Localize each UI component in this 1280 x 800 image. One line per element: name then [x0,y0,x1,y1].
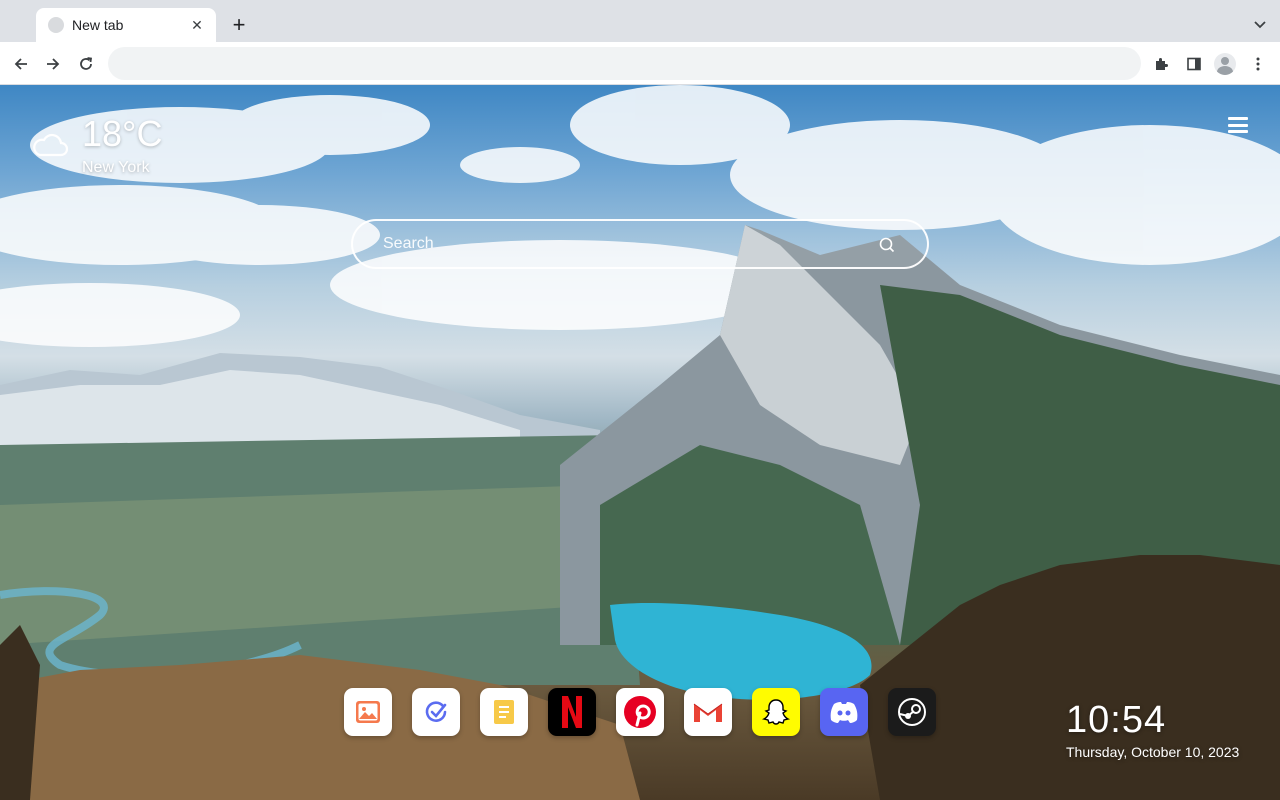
notes-app-shortcut[interactable] [480,688,528,736]
menu-bar [1228,117,1248,120]
reload-icon [80,57,93,70]
new-tab-button[interactable]: + [226,12,252,38]
avatar-icon [1214,53,1236,75]
address-input[interactable] [108,47,1141,80]
new-tab-page: 18°C New York Search 10:54 Thursday, Oct… [0,85,1280,800]
app-shortcuts [344,688,956,736]
discord-app-shortcut[interactable] [820,688,868,736]
gmail-icon [693,703,723,722]
notes-icon [494,700,514,724]
tasks-app-shortcut[interactable] [412,688,460,736]
cloud-icon [33,133,69,157]
back-button[interactable] [8,51,34,77]
clock-date: Thursday, October 10, 2023 [1066,744,1240,760]
forward-button[interactable] [40,51,66,77]
snapchat-app-shortcut[interactable] [752,688,800,736]
extensions-button[interactable] [1148,51,1174,77]
search-box[interactable] [351,219,929,269]
snapchat-icon [761,699,791,725]
search-icon[interactable] [879,237,895,253]
hamburger-menu-icon[interactable] [1228,117,1248,133]
reload-button[interactable] [73,51,99,77]
browser-toolbar [0,42,1280,85]
discord-icon [830,702,858,723]
tab-favicon-icon [48,17,64,33]
menu-bar [1228,123,1248,127]
address-bar[interactable] [108,47,1141,80]
side-panel-button[interactable] [1181,51,1207,77]
photos-icon [356,701,380,723]
netflix-icon [562,696,582,728]
kebab-menu-icon [1256,57,1260,71]
steam-app-shortcut[interactable] [888,688,936,736]
tab-strip: New tab ✕ + [0,0,1280,42]
steam-icon [898,698,926,726]
gmail-app-shortcut[interactable] [684,688,732,736]
menu-bar [1228,130,1248,133]
tab-close-icon[interactable]: ✕ [188,16,206,34]
photos-app-shortcut[interactable] [344,688,392,736]
clock-time: 10:54 [1066,699,1167,741]
netflix-app-shortcut[interactable] [548,688,596,736]
weather-city: New York [82,159,150,176]
temperature: 18°C [82,113,163,154]
tasks-icon [425,701,447,722]
side-panel-icon [1187,57,1201,71]
forward-arrow-icon [47,58,60,70]
clock-widget: 10:54 Thursday, October 10, 2023 [1066,699,1239,760]
pinterest-app-shortcut[interactable] [616,688,664,736]
tab-new-tab[interactable]: New tab ✕ [36,8,216,42]
search-input[interactable] [353,221,927,267]
pinterest-icon [624,696,656,728]
back-arrow-icon [14,58,27,70]
browser-menu-button[interactable] [1245,51,1271,77]
tab-search-chevron-icon[interactable] [1250,14,1270,34]
tab-title: New tab [72,17,124,33]
puzzle-icon [1156,58,1168,70]
profile-button[interactable] [1212,51,1238,77]
